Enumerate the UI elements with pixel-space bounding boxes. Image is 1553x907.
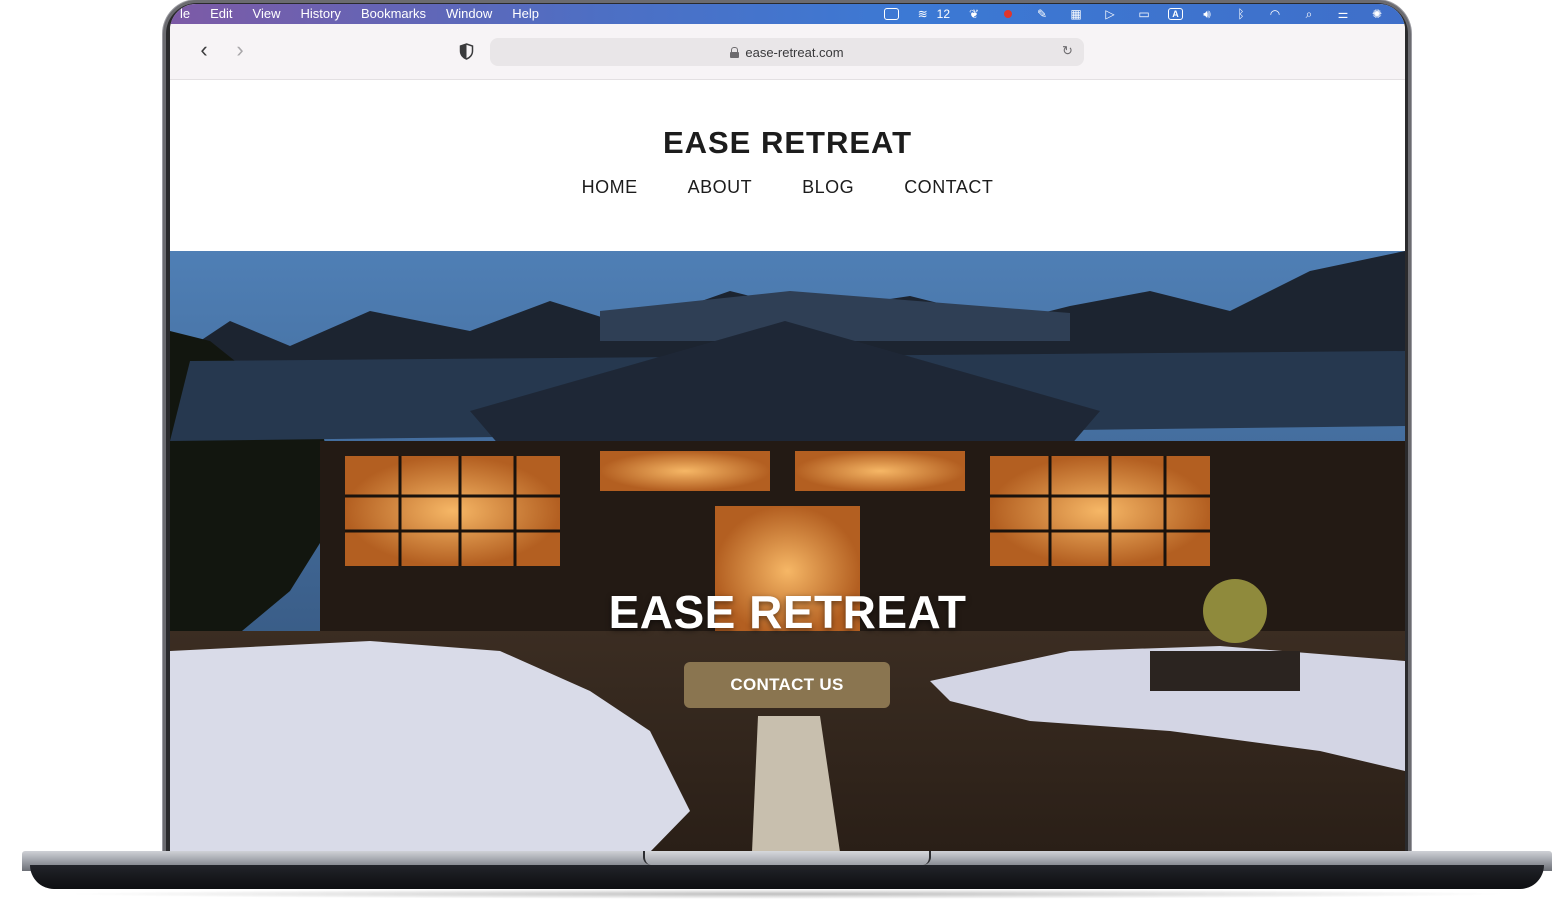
menu-window[interactable]: Window bbox=[436, 4, 502, 24]
menu-history[interactable]: History bbox=[290, 4, 350, 24]
nav-contact[interactable]: CONTACT bbox=[879, 177, 1018, 198]
tray-icon[interactable] bbox=[883, 8, 899, 20]
laptop-screen: le Edit View History Bookmarks Window He… bbox=[170, 4, 1405, 852]
nav-blog[interactable]: BLOG bbox=[777, 177, 879, 198]
play-icon[interactable]: ▷ bbox=[1100, 7, 1120, 21]
notes-count: 12 bbox=[936, 7, 950, 21]
hero-section: EASE RETREAT CONTACT US bbox=[170, 251, 1405, 852]
url-text: ease-retreat.com bbox=[745, 44, 844, 60]
control-center-icon[interactable]: ⚌ bbox=[1333, 7, 1353, 21]
site-title[interactable]: EASE RETREAT bbox=[170, 125, 1405, 161]
menu-edit[interactable]: Edit bbox=[200, 4, 242, 24]
siri-icon[interactable]: ✺ bbox=[1367, 7, 1387, 21]
laptop-shadow bbox=[60, 889, 1514, 899]
laptop-hinge-notch bbox=[643, 851, 931, 865]
back-icon[interactable]: ‹ bbox=[194, 39, 214, 62]
macos-menu-bar: le Edit View History Bookmarks Window He… bbox=[170, 4, 1405, 24]
menu-app[interactable]: le bbox=[170, 4, 200, 24]
menu-view[interactable]: View bbox=[243, 4, 291, 24]
search-icon[interactable]: ⌕ bbox=[1299, 7, 1319, 21]
status-icons: ≋ 12 ❦ ✎ ▦ ▷ ▭ A 🔊︎ ᛒ ◠ ⌕ ⚌ ✺ bbox=[883, 4, 1387, 24]
evernote-icon[interactable]: ❦ bbox=[964, 7, 984, 21]
layout-icon[interactable]: ▦ bbox=[1066, 7, 1086, 21]
menu-items: le Edit View History Bookmarks Window He… bbox=[170, 4, 549, 24]
volume-icon[interactable]: 🔊︎ bbox=[1197, 7, 1217, 21]
browser-toolbar: ‹ › ease-retreat.com ↻ bbox=[170, 24, 1405, 80]
wifi-icon[interactable]: ◠ bbox=[1265, 7, 1285, 21]
pin-icon[interactable]: ✎ bbox=[1032, 7, 1052, 21]
reload-icon[interactable]: ↻ bbox=[1062, 44, 1076, 58]
contact-us-button[interactable]: CONTACT US bbox=[684, 662, 890, 708]
battery-icon[interactable]: ▭ bbox=[1134, 7, 1154, 21]
site-nav: HOME ABOUT BLOG CONTACT bbox=[170, 177, 1405, 198]
nav-about[interactable]: ABOUT bbox=[663, 177, 778, 198]
privacy-shield-icon[interactable] bbox=[459, 43, 474, 60]
menu-help[interactable]: Help bbox=[502, 4, 549, 24]
forward-icon[interactable]: › bbox=[230, 39, 250, 62]
lock-icon bbox=[730, 46, 740, 58]
notes-icon[interactable]: ≋ bbox=[913, 7, 933, 21]
address-bar[interactable]: ease-retreat.com ↻ bbox=[490, 38, 1084, 66]
laptop-bottom bbox=[30, 865, 1544, 889]
screen-record-icon[interactable] bbox=[998, 7, 1018, 21]
hero-title: EASE RETREAT bbox=[608, 586, 967, 638]
nav-home[interactable]: HOME bbox=[557, 177, 663, 198]
hero-background-image bbox=[170, 251, 1405, 852]
bluetooth-icon[interactable]: ᛒ bbox=[1231, 7, 1251, 21]
keyboard-input-icon[interactable]: A bbox=[1168, 8, 1183, 20]
site-header: EASE RETREAT HOME ABOUT BLOG CONTACT bbox=[170, 81, 1405, 251]
menu-bookmarks[interactable]: Bookmarks bbox=[351, 4, 436, 24]
